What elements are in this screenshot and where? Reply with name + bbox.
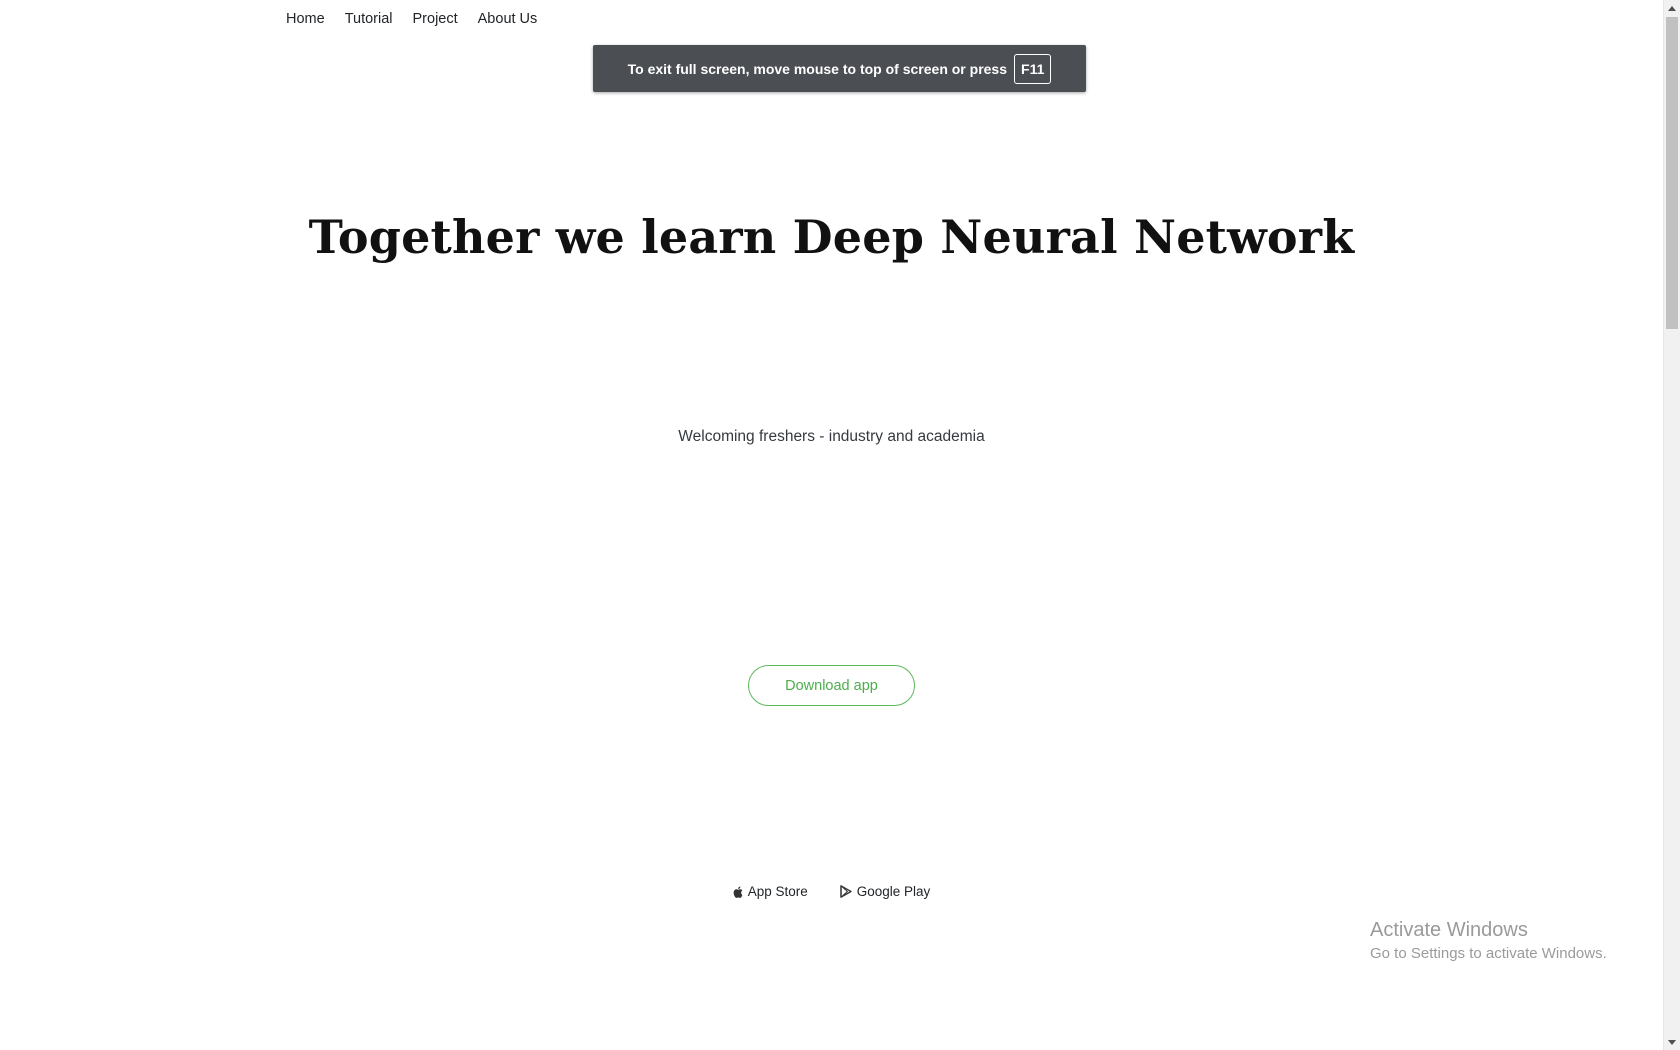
top-nav: Home Tutorial Project About Us	[286, 8, 537, 30]
google-play-label: Google Play	[856, 884, 931, 899]
watermark-subtitle: Go to Settings to activate Windows.	[1370, 945, 1607, 962]
app-store-link[interactable]: App Store	[733, 884, 808, 899]
activate-windows-watermark: Activate Windows Go to Settings to activ…	[1370, 918, 1607, 964]
scroll-down-arrow-icon[interactable]	[1664, 1034, 1680, 1050]
hero-subtitle: Welcoming freshers - industry and academ…	[678, 428, 985, 445]
app-store-label: App Store	[747, 884, 808, 899]
play-icon	[840, 885, 852, 898]
fullscreen-toast-message: To exit full screen, move mouse to top o…	[627, 60, 1008, 77]
nav-home-link[interactable]: Home	[286, 8, 325, 30]
nav-tutorial-link[interactable]: Tutorial	[345, 8, 393, 30]
store-links: App Store Google Play	[0, 884, 1663, 899]
nav-project-link[interactable]: Project	[413, 8, 458, 30]
scrollbar-thumb[interactable]	[1666, 17, 1678, 329]
apple-icon	[733, 886, 743, 898]
f11-key-badge: F11	[1014, 53, 1052, 84]
google-play-link[interactable]: Google Play	[840, 884, 931, 899]
hero-title: Together we learn Deep Neural Network	[308, 210, 1355, 264]
page: Home Tutorial Project About Us Together …	[0, 0, 1663, 1050]
vertical-scrollbar[interactable]	[1663, 0, 1680, 1050]
scroll-up-arrow-icon[interactable]	[1664, 0, 1680, 16]
fullscreen-exit-toast: To exit full screen, move mouse to top o…	[593, 45, 1086, 92]
download-app-button[interactable]: Download app	[748, 665, 915, 706]
nav-about-us-link[interactable]: About Us	[478, 8, 538, 30]
watermark-title: Activate Windows	[1370, 919, 1528, 941]
